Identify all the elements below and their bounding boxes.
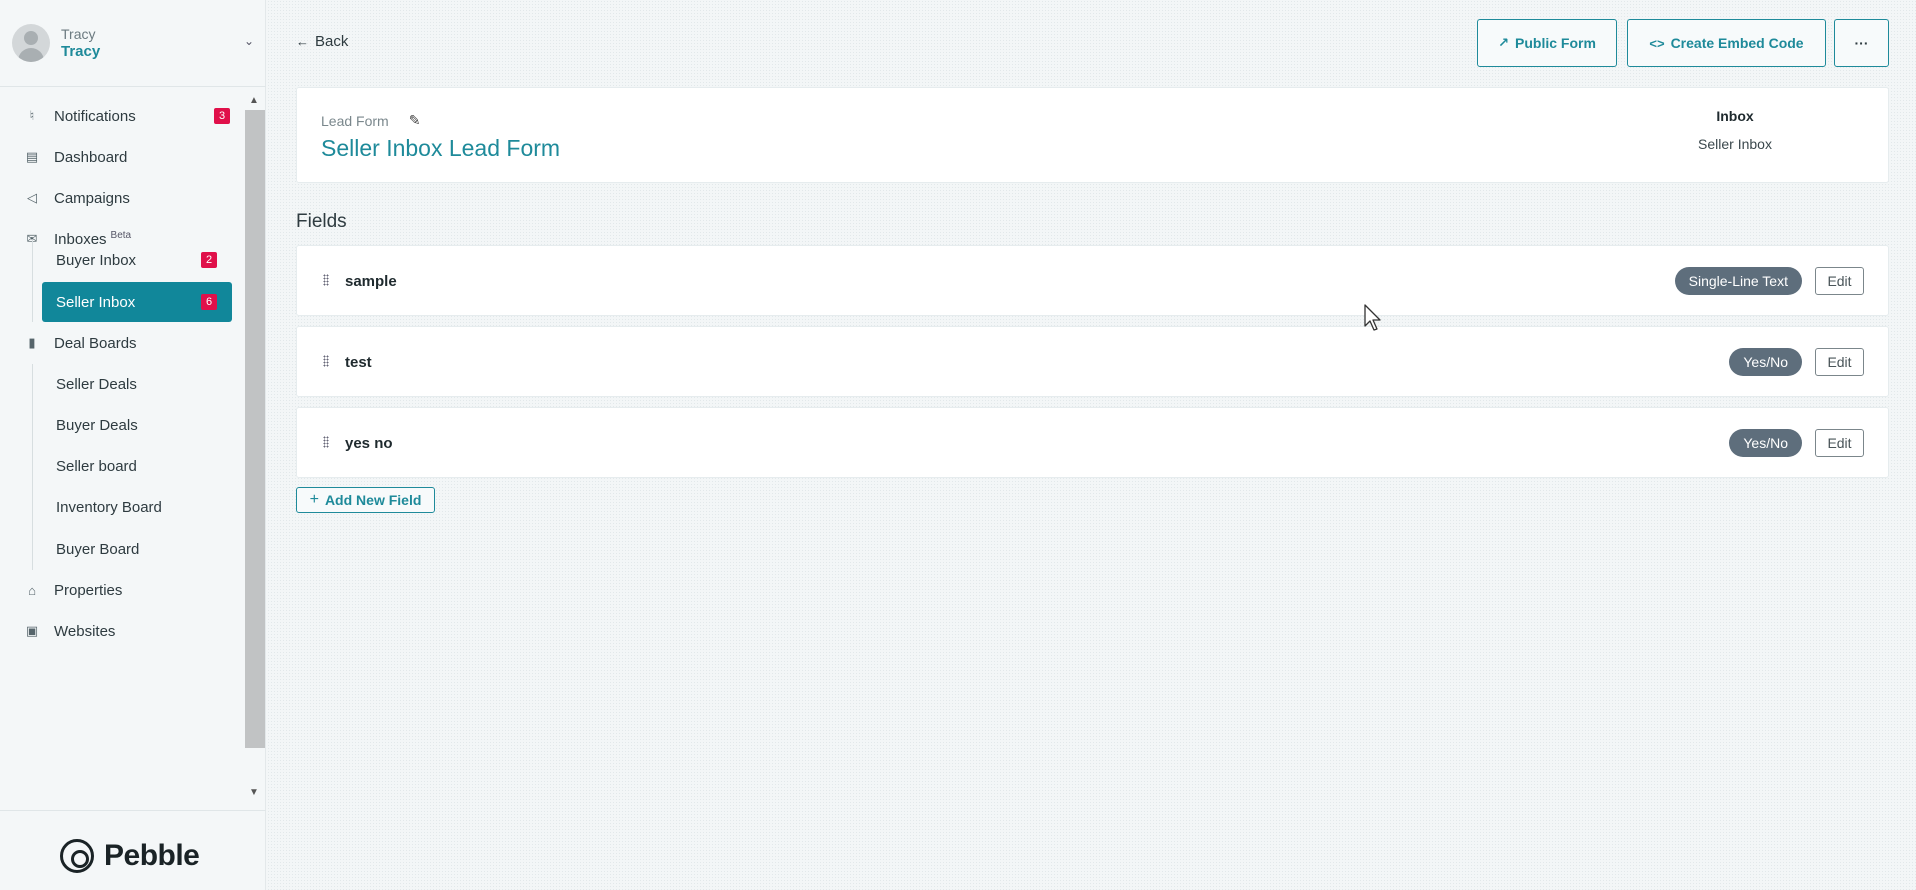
- arrow-left-icon: ←: [296, 34, 309, 49]
- sidebar-item-inventory-board[interactable]: Inventory Board: [42, 487, 232, 527]
- sidebar-item-seller-board[interactable]: Seller board: [42, 446, 232, 486]
- chevron-down-icon[interactable]: ⌄: [244, 34, 254, 48]
- pebble-logo-icon: [60, 839, 94, 873]
- sidebar-item-label: Seller Deals: [56, 375, 137, 393]
- sidebar-item-campaigns[interactable]: ◁ Campaigns: [0, 178, 244, 218]
- drag-handle-icon[interactable]: [323, 436, 329, 448]
- sidebar-item-label: Websites: [54, 622, 116, 640]
- field-type-badge: Yes/No: [1729, 348, 1802, 376]
- field-type-badge: Single-Line Text: [1674, 267, 1802, 295]
- code-icon: <>: [1649, 35, 1665, 51]
- sidebar-nav: ♮ Notifications 3 ▤ Dashboard ◁ Campaign…: [0, 96, 244, 806]
- public-form-button[interactable]: ↗ Public Form: [1477, 19, 1617, 67]
- sidebar-item-properties[interactable]: ⌂ Properties: [0, 570, 244, 610]
- external-link-icon: ↗: [1498, 35, 1509, 50]
- field-row: sample Single-Line Text Edit: [296, 245, 1889, 316]
- browser-icon: ▣: [25, 623, 39, 638]
- back-button[interactable]: ← Back: [296, 33, 348, 50]
- sidebar-item-seller-inbox[interactable]: Seller Inbox 6: [42, 282, 232, 322]
- megaphone-icon: ◁: [27, 190, 37, 205]
- field-name: test: [345, 354, 372, 371]
- scroll-thumb[interactable]: [245, 110, 265, 748]
- sidebar-item-deal-boards[interactable]: ▮ Deal Boards: [0, 323, 244, 363]
- home-icon: ⌂: [28, 582, 36, 598]
- user-name: Tracy: [61, 43, 101, 60]
- field-row: yes no Yes/No Edit: [296, 407, 1889, 478]
- fields-heading: Fields: [296, 211, 347, 232]
- sidebar-item-websites[interactable]: ▣ Websites: [0, 611, 244, 651]
- back-label: Back: [315, 33, 349, 50]
- inbox-value: Seller Inbox: [1698, 136, 1772, 152]
- brand-name: Pebble: [104, 839, 200, 872]
- sidebar: Tracy Tracy ⌄ ♮ Notifications 3 ▤ Dashbo…: [0, 0, 266, 890]
- sidebar-item-label: Buyer Board: [56, 540, 140, 558]
- page-title: Seller Inbox Lead Form: [321, 135, 561, 161]
- sidebar-item-buyer-deals[interactable]: Buyer Deals: [42, 405, 232, 445]
- scroll-up-icon[interactable]: ▲: [249, 95, 259, 106]
- sidebar-item-dashboard[interactable]: ▤ Dashboard: [0, 137, 244, 177]
- more-options-button[interactable]: ···: [1834, 19, 1889, 67]
- more-icon: ···: [1854, 35, 1869, 51]
- edit-field-button[interactable]: Edit: [1815, 267, 1864, 295]
- logo: Pebble: [60, 839, 200, 873]
- sidebar-item-label: Deal Boards: [54, 334, 137, 352]
- user-subtitle: Tracy: [61, 26, 96, 42]
- drag-handle-icon[interactable]: [323, 355, 329, 367]
- sidebar-item-label: Dashboard: [54, 148, 128, 166]
- sidebar-item-label: Buyer Deals: [56, 416, 138, 434]
- mouse-cursor-icon: [1364, 304, 1381, 331]
- sidebar-item-label: Buyer Inbox: [56, 251, 137, 269]
- user-menu[interactable]: Tracy Tracy ⌄: [0, 0, 266, 87]
- form-header-card: Lead Form ✎ Seller Inbox Lead Form Inbox…: [296, 87, 1889, 183]
- sidebar-item-buyer-inbox[interactable]: Buyer Inbox 2: [42, 240, 232, 280]
- sidebar-item-label: Notifications: [54, 107, 136, 125]
- sidebar-item-notifications[interactable]: ♮ Notifications 3: [0, 96, 244, 136]
- sidebar-scrollbar[interactable]: ▲ ▼: [245, 93, 265, 808]
- scroll-down-icon[interactable]: ▼: [249, 787, 259, 798]
- sidebar-item-label: Seller board: [56, 457, 137, 475]
- field-name: yes no: [345, 435, 393, 452]
- sidebar-item-buyer-board[interactable]: Buyer Board: [42, 529, 232, 569]
- field-type-badge: Yes/No: [1729, 429, 1802, 457]
- edit-icon[interactable]: ✎: [409, 112, 421, 129]
- inbox-count-badge: 2: [201, 252, 217, 268]
- beta-tag: Beta: [110, 229, 132, 241]
- inbox-label: Inbox: [1716, 108, 1754, 124]
- sidebar-item-label: Properties: [54, 581, 123, 599]
- create-embed-code-button[interactable]: <> Create Embed Code: [1627, 19, 1826, 67]
- form-type-label: Lead Form: [321, 112, 389, 129]
- field-name: sample: [345, 273, 397, 290]
- sidebar-item-seller-deals[interactable]: Seller Deals: [42, 364, 232, 404]
- plus-icon: +: [309, 491, 319, 508]
- bell-icon: ♮: [29, 108, 35, 123]
- notification-count-badge: 3: [214, 108, 230, 124]
- dashboard-icon: ▤: [25, 149, 39, 164]
- avatar: [12, 24, 50, 62]
- field-row: test Yes/No Edit: [296, 326, 1889, 397]
- edit-field-button[interactable]: Edit: [1815, 348, 1864, 376]
- sidebar-item-label: Campaigns: [54, 189, 130, 207]
- drag-handle-icon[interactable]: [323, 274, 329, 286]
- sidebar-item-label: Inventory Board: [56, 498, 162, 516]
- edit-field-button[interactable]: Edit: [1815, 429, 1864, 457]
- inbox-count-badge: 6: [201, 294, 217, 310]
- board-icon: ▮: [28, 335, 36, 350]
- add-new-field-button[interactable]: + Add New Field: [296, 487, 435, 513]
- sidebar-item-label: Seller Inbox: [56, 293, 136, 311]
